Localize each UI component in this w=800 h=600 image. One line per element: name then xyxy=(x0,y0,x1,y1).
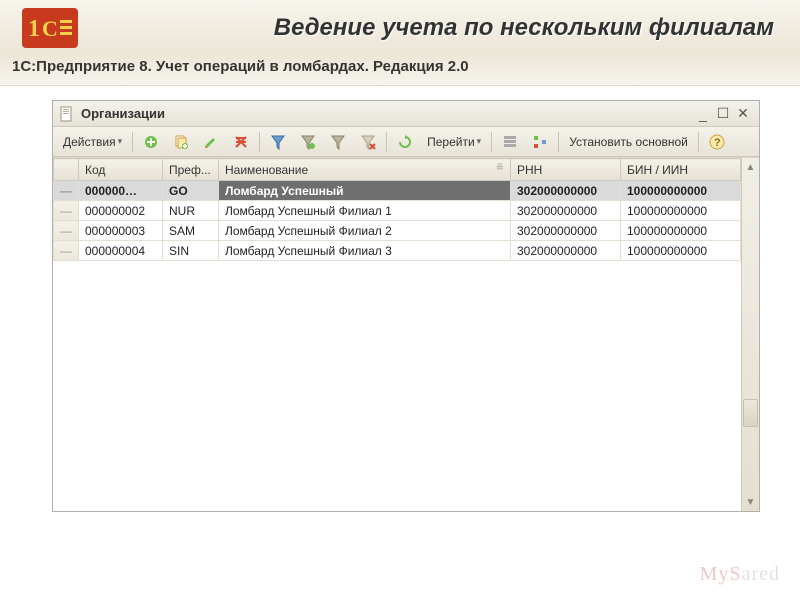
scroll-track[interactable] xyxy=(742,176,759,493)
app-window: Организации _ ☐ ✕ Действия▾ xyxy=(52,100,760,512)
row-marker[interactable]: — xyxy=(54,201,79,221)
scroll-thumb[interactable] xyxy=(743,399,758,427)
cell-rnn: 302000000000 xyxy=(511,241,621,261)
cell-prefix: SIN xyxy=(163,241,219,261)
row-marker[interactable]: — xyxy=(54,221,79,241)
logo-1c: 1 C xyxy=(20,6,80,50)
actions-menu[interactable]: Действия▾ xyxy=(57,130,128,154)
list-view-button[interactable] xyxy=(496,130,524,154)
cell-name: Ломбард Успешный Филиал 1 xyxy=(219,201,511,221)
cell-code: 000000003 xyxy=(79,221,163,241)
filter2-button[interactable] xyxy=(294,130,322,154)
column-header-row: Код Преф... Наименование ≞ РНН БИН / ИИН xyxy=(54,159,741,181)
slide-title: Ведение учета по нескольким филиалам xyxy=(80,14,780,42)
table-row[interactable]: —000000004SINЛомбард Успешный Филиал 330… xyxy=(54,241,741,261)
close-button[interactable]: ✕ xyxy=(733,105,753,122)
cell-code: 000000… xyxy=(79,181,163,201)
refresh-button[interactable] xyxy=(391,130,419,154)
watermark-part-b: ared xyxy=(742,563,780,585)
help-button[interactable]: ? xyxy=(703,130,731,154)
toolbar: Действия▾ Пе xyxy=(53,127,759,157)
set-main-button[interactable]: Установить основной xyxy=(563,130,694,154)
cell-bin: 100000000000 xyxy=(621,221,741,241)
svg-text:1: 1 xyxy=(28,16,40,42)
slide-subtitle: 1С:Предприятие 8. Учет операций в ломбар… xyxy=(0,54,800,86)
document-icon xyxy=(59,106,75,122)
window-title: Организации xyxy=(81,106,693,121)
cell-bin: 100000000000 xyxy=(621,241,741,261)
table-row[interactable]: —000000003SAMЛомбард Успешный Филиал 230… xyxy=(54,221,741,241)
goto-label: Перейти xyxy=(427,135,475,149)
window-titlebar: Организации _ ☐ ✕ xyxy=(53,101,759,127)
row-marker[interactable]: — xyxy=(54,181,79,201)
delete-mark-button[interactable] xyxy=(227,130,255,154)
svg-text:C: C xyxy=(42,16,58,41)
svg-text:?: ? xyxy=(714,137,721,149)
goto-menu[interactable]: Перейти▾ xyxy=(421,130,487,154)
edit-button[interactable] xyxy=(197,130,225,154)
cell-prefix: NUR xyxy=(163,201,219,221)
separator xyxy=(491,132,492,152)
filter3-button[interactable] xyxy=(324,130,352,154)
maximize-button[interactable]: ☐ xyxy=(713,105,733,122)
separator xyxy=(698,132,699,152)
separator xyxy=(259,132,260,152)
cell-prefix: GO xyxy=(163,181,219,201)
data-grid: Код Преф... Наименование≞ РНН БИН / ИИН … xyxy=(53,157,759,511)
vertical-scrollbar[interactable]: ▲ ▼ xyxy=(741,158,759,511)
table-row[interactable]: —000000…GOЛомбард Успешный30200000000010… xyxy=(54,181,741,201)
col-name-label: Наименование xyxy=(225,163,308,177)
separator xyxy=(386,132,387,152)
chevron-down-icon: ▾ xyxy=(477,136,482,147)
cell-bin: 100000000000 xyxy=(621,181,741,201)
separator xyxy=(132,132,133,152)
cell-prefix: SAM xyxy=(163,221,219,241)
cell-name: Ломбард Успешный Филиал 2 xyxy=(219,221,511,241)
row-marker[interactable]: — xyxy=(54,241,79,261)
actions-label: Действия xyxy=(63,135,116,149)
set-main-label: Установить основной xyxy=(569,135,688,149)
cell-rnn: 302000000000 xyxy=(511,201,621,221)
filter1-button[interactable] xyxy=(264,130,292,154)
cell-name: Ломбард Успешный xyxy=(219,181,511,201)
col-bin[interactable]: БИН / ИИН xyxy=(621,159,741,181)
slide-header: 1 C Ведение учета по нескольким филиалам xyxy=(0,0,800,54)
col-rnn[interactable]: РНН xyxy=(511,159,621,181)
scroll-up-icon[interactable]: ▲ xyxy=(742,158,759,176)
chevron-down-icon: ▾ xyxy=(118,136,123,147)
tree-view-button[interactable] xyxy=(526,130,554,154)
add-button[interactable] xyxy=(137,130,165,154)
cell-rnn: 302000000000 xyxy=(511,181,621,201)
cell-code: 000000004 xyxy=(79,241,163,261)
minimize-button[interactable]: _ xyxy=(693,106,713,122)
filter-clear-button[interactable] xyxy=(354,130,382,154)
table-row[interactable]: —000000002NURЛомбард Успешный Филиал 130… xyxy=(54,201,741,221)
separator xyxy=(558,132,559,152)
sort-asc-icon: ≞ xyxy=(496,163,504,174)
copy-button[interactable] xyxy=(167,130,195,154)
cell-rnn: 302000000000 xyxy=(511,221,621,241)
col-name[interactable]: Наименование ≞ xyxy=(219,159,511,181)
scroll-down-icon[interactable]: ▼ xyxy=(742,493,759,511)
cell-code: 000000002 xyxy=(79,201,163,221)
cell-bin: 100000000000 xyxy=(621,201,741,221)
col-code[interactable]: Код xyxy=(79,159,163,181)
row-marker-column[interactable] xyxy=(54,159,79,181)
watermark-part-a: MyS xyxy=(700,563,742,585)
watermark: MySared xyxy=(700,563,780,586)
col-prefix[interactable]: Преф... xyxy=(163,159,219,181)
cell-name: Ломбард Успешный Филиал 3 xyxy=(219,241,511,261)
